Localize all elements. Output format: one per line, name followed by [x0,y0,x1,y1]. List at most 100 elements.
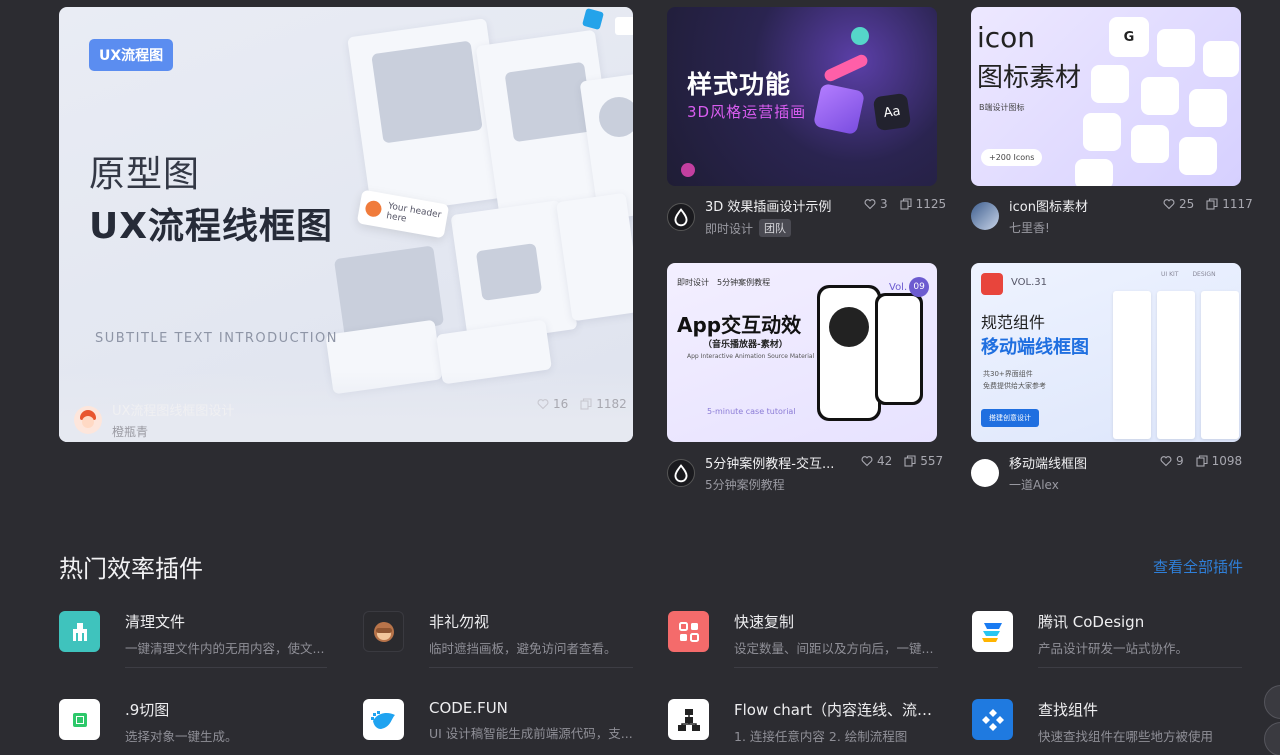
heart-icon [1163,199,1175,210]
copy-stat[interactable]: 1125 [900,197,947,211]
scroll-top-button[interactable] [1264,685,1280,719]
avatar[interactable] [971,202,999,230]
meta-text: icon图标素材 七里香! [1009,196,1088,236]
like-count: 3 [880,197,888,211]
copy-count: 1117 [1222,197,1253,211]
thumb-heading: icon [977,21,1036,54]
copy-stat[interactable]: 1182 [580,397,627,411]
copy-stat[interactable]: 1117 [1206,197,1253,211]
author-name[interactable]: 即时设计 [705,220,753,237]
thumb-tutorial: 5-minute case tutorial [707,407,796,416]
vol-number: 09 [909,277,930,297]
plugin-item[interactable]: 非礼勿视 临时遮挡画板，避免访问者查看。 [363,611,633,657]
thumb-title: UX流程线框图 [89,206,333,247]
like-stat[interactable]: 9 [1160,454,1184,468]
plugin-name[interactable]: 腾讯 CoDesign [1038,611,1242,632]
card-thumbnail[interactable]: UX流程图 原型图 UX流程线框图 SUBTITLE TEXT INTRODUC… [59,7,633,442]
avatar[interactable] [74,406,102,434]
jishi-logo-icon [674,464,688,483]
card-title[interactable]: 5分钟案例教程-交互... [705,453,834,472]
section-title: 热门效率插件 [59,555,203,583]
like-count: 25 [1179,197,1195,211]
card-thumbnail[interactable]: VOL.31 UI KIT DESIGN 规范组件 移动端线框图 共30+界面组… [971,263,1241,442]
thumb-header: 即时设计 5分钟案例教程 [677,277,770,288]
meta-text: 5分钟案例教程-交互... 5分钟案例教程 [705,453,834,493]
like-stat[interactable]: 42 [861,454,892,468]
card-thumbnail[interactable]: 即时设计 5分钟案例教程 App交互动效 （音乐播放器-素材） App Inte… [667,263,937,442]
thumb-title: App交互动效 [677,313,802,337]
copy-stat[interactable]: 557 [904,454,943,468]
plugin-text: CODE.FUN UI 设计稿智能生成前端源代码，支... [429,699,633,742]
like-stat[interactable]: 3 [864,197,888,211]
drive-icon [1157,29,1195,67]
card-title[interactable]: UX流程图线框图设计 [112,400,234,419]
heart-icon [537,399,549,410]
pill-label: Your header here [385,201,442,225]
meta-text: UX流程图线框图设计 橙瓶青 [112,400,234,440]
plugin-name[interactable]: CODE.FUN [429,699,633,717]
copy-stat[interactable]: 1098 [1196,454,1242,468]
like-count: 42 [877,454,893,468]
copy-grid-icon [668,611,709,652]
card-title[interactable]: icon图标素材 [1009,196,1088,215]
thumb-subtitle: B端设计图标 [979,103,1025,112]
nine-patch-icon [59,699,100,740]
codesign-icon [972,611,1013,652]
plugin-name[interactable]: 非礼勿视 [429,611,633,632]
plugin-item[interactable]: 腾讯 CoDesign 产品设计研发一站式协作。 [972,611,1242,657]
decor-square [581,7,605,31]
plugin-item[interactable]: CODE.FUN UI 设计稿智能生成前端源代码，支... [363,699,633,742]
vol-label: Vol. 09 [889,277,930,297]
help-button[interactable] [1264,722,1280,755]
avatar[interactable] [971,459,999,487]
copy-count: 1125 [915,197,947,211]
wireframe-image-placeholder [371,40,483,144]
brand-label: 即时设计 [677,278,709,287]
like-stat[interactable]: 25 [1163,197,1194,211]
plugin-desc: UI 设计稿智能生成前端源代码，支... [429,726,633,741]
avatar-face [82,416,94,428]
card-title[interactable]: 移动端线框图 [1009,453,1087,472]
plugin-name[interactable]: Flow chart（内容连线、流程... [734,699,939,720]
copy-count: 1182 [596,397,627,411]
plugin-text: .9切图 选择对象一键生成。 [125,699,329,745]
thumb-heading: 原型图 [89,154,201,195]
team-badge: 团队 [759,219,792,237]
author-name[interactable]: 一道Alex [1009,476,1059,493]
avatar[interactable] [667,459,695,487]
plugin-item[interactable]: 查找组件 快速查找组件在哪些地方被使用 [972,699,1242,745]
card-thumbnail[interactable]: icon 图标素材 B端设计图标 +200 Icons G [971,7,1241,186]
avatar[interactable] [667,202,695,231]
plugin-item[interactable]: .9切图 选择对象一键生成。 [59,699,329,745]
plugin-item[interactable]: 快速复制 设定数量、间距以及方向后，一键... [668,611,938,657]
plugin-name[interactable]: 快速复制 [734,611,938,632]
card-thumbnail[interactable]: 样式功能 3D风格运营插画 Aa [667,7,937,186]
plugin-name[interactable]: 查找组件 [1038,699,1242,720]
author-name[interactable]: 5分钟案例教程 [705,476,785,493]
plugin-name[interactable]: .9切图 [125,699,329,720]
twitter-icon [1189,89,1227,127]
thumb-en: App Interactive Animation Source Materia… [687,353,815,360]
card-author: 5分钟案例教程 [705,476,834,493]
plugin-text: 腾讯 CoDesign 产品设计研发一站式协作。 [1038,611,1242,657]
card-title[interactable]: 3D 效果插画设计示例 [705,196,831,215]
author-name[interactable]: 橙瓶青 [112,423,148,440]
thumb-intro: SUBTITLE TEXT INTRODUCTION [95,331,338,346]
card-author: 橙瓶青 [112,423,234,440]
orange-dot-icon [364,199,383,219]
plugin-name[interactable]: 清理文件 [125,611,329,632]
heart-icon [1160,456,1172,467]
plugin-item[interactable]: 清理文件 一键清理文件内的无用内容，使文... [59,611,329,657]
meta-text: 3D 效果插画设计示例 即时设计 团队 [705,196,831,237]
author-name[interactable]: 七里香! [1009,219,1050,236]
divider [734,667,938,668]
decor-pill [822,52,870,84]
like-stat[interactable]: 16 [537,397,568,411]
view-all-plugins-link[interactable]: 查看全部插件 [1153,556,1243,577]
messenger-icon [1141,77,1179,115]
card-author: 七里香! [1009,219,1088,236]
phone-mockup-secondary [875,293,923,405]
copy-count: 557 [920,454,944,468]
thumb-button: 搭建创意设计 [981,409,1039,427]
plugin-item[interactable]: Flow chart（内容连线、流程... 1. 连接任意内容 2. 绘制流程图 [668,699,939,745]
